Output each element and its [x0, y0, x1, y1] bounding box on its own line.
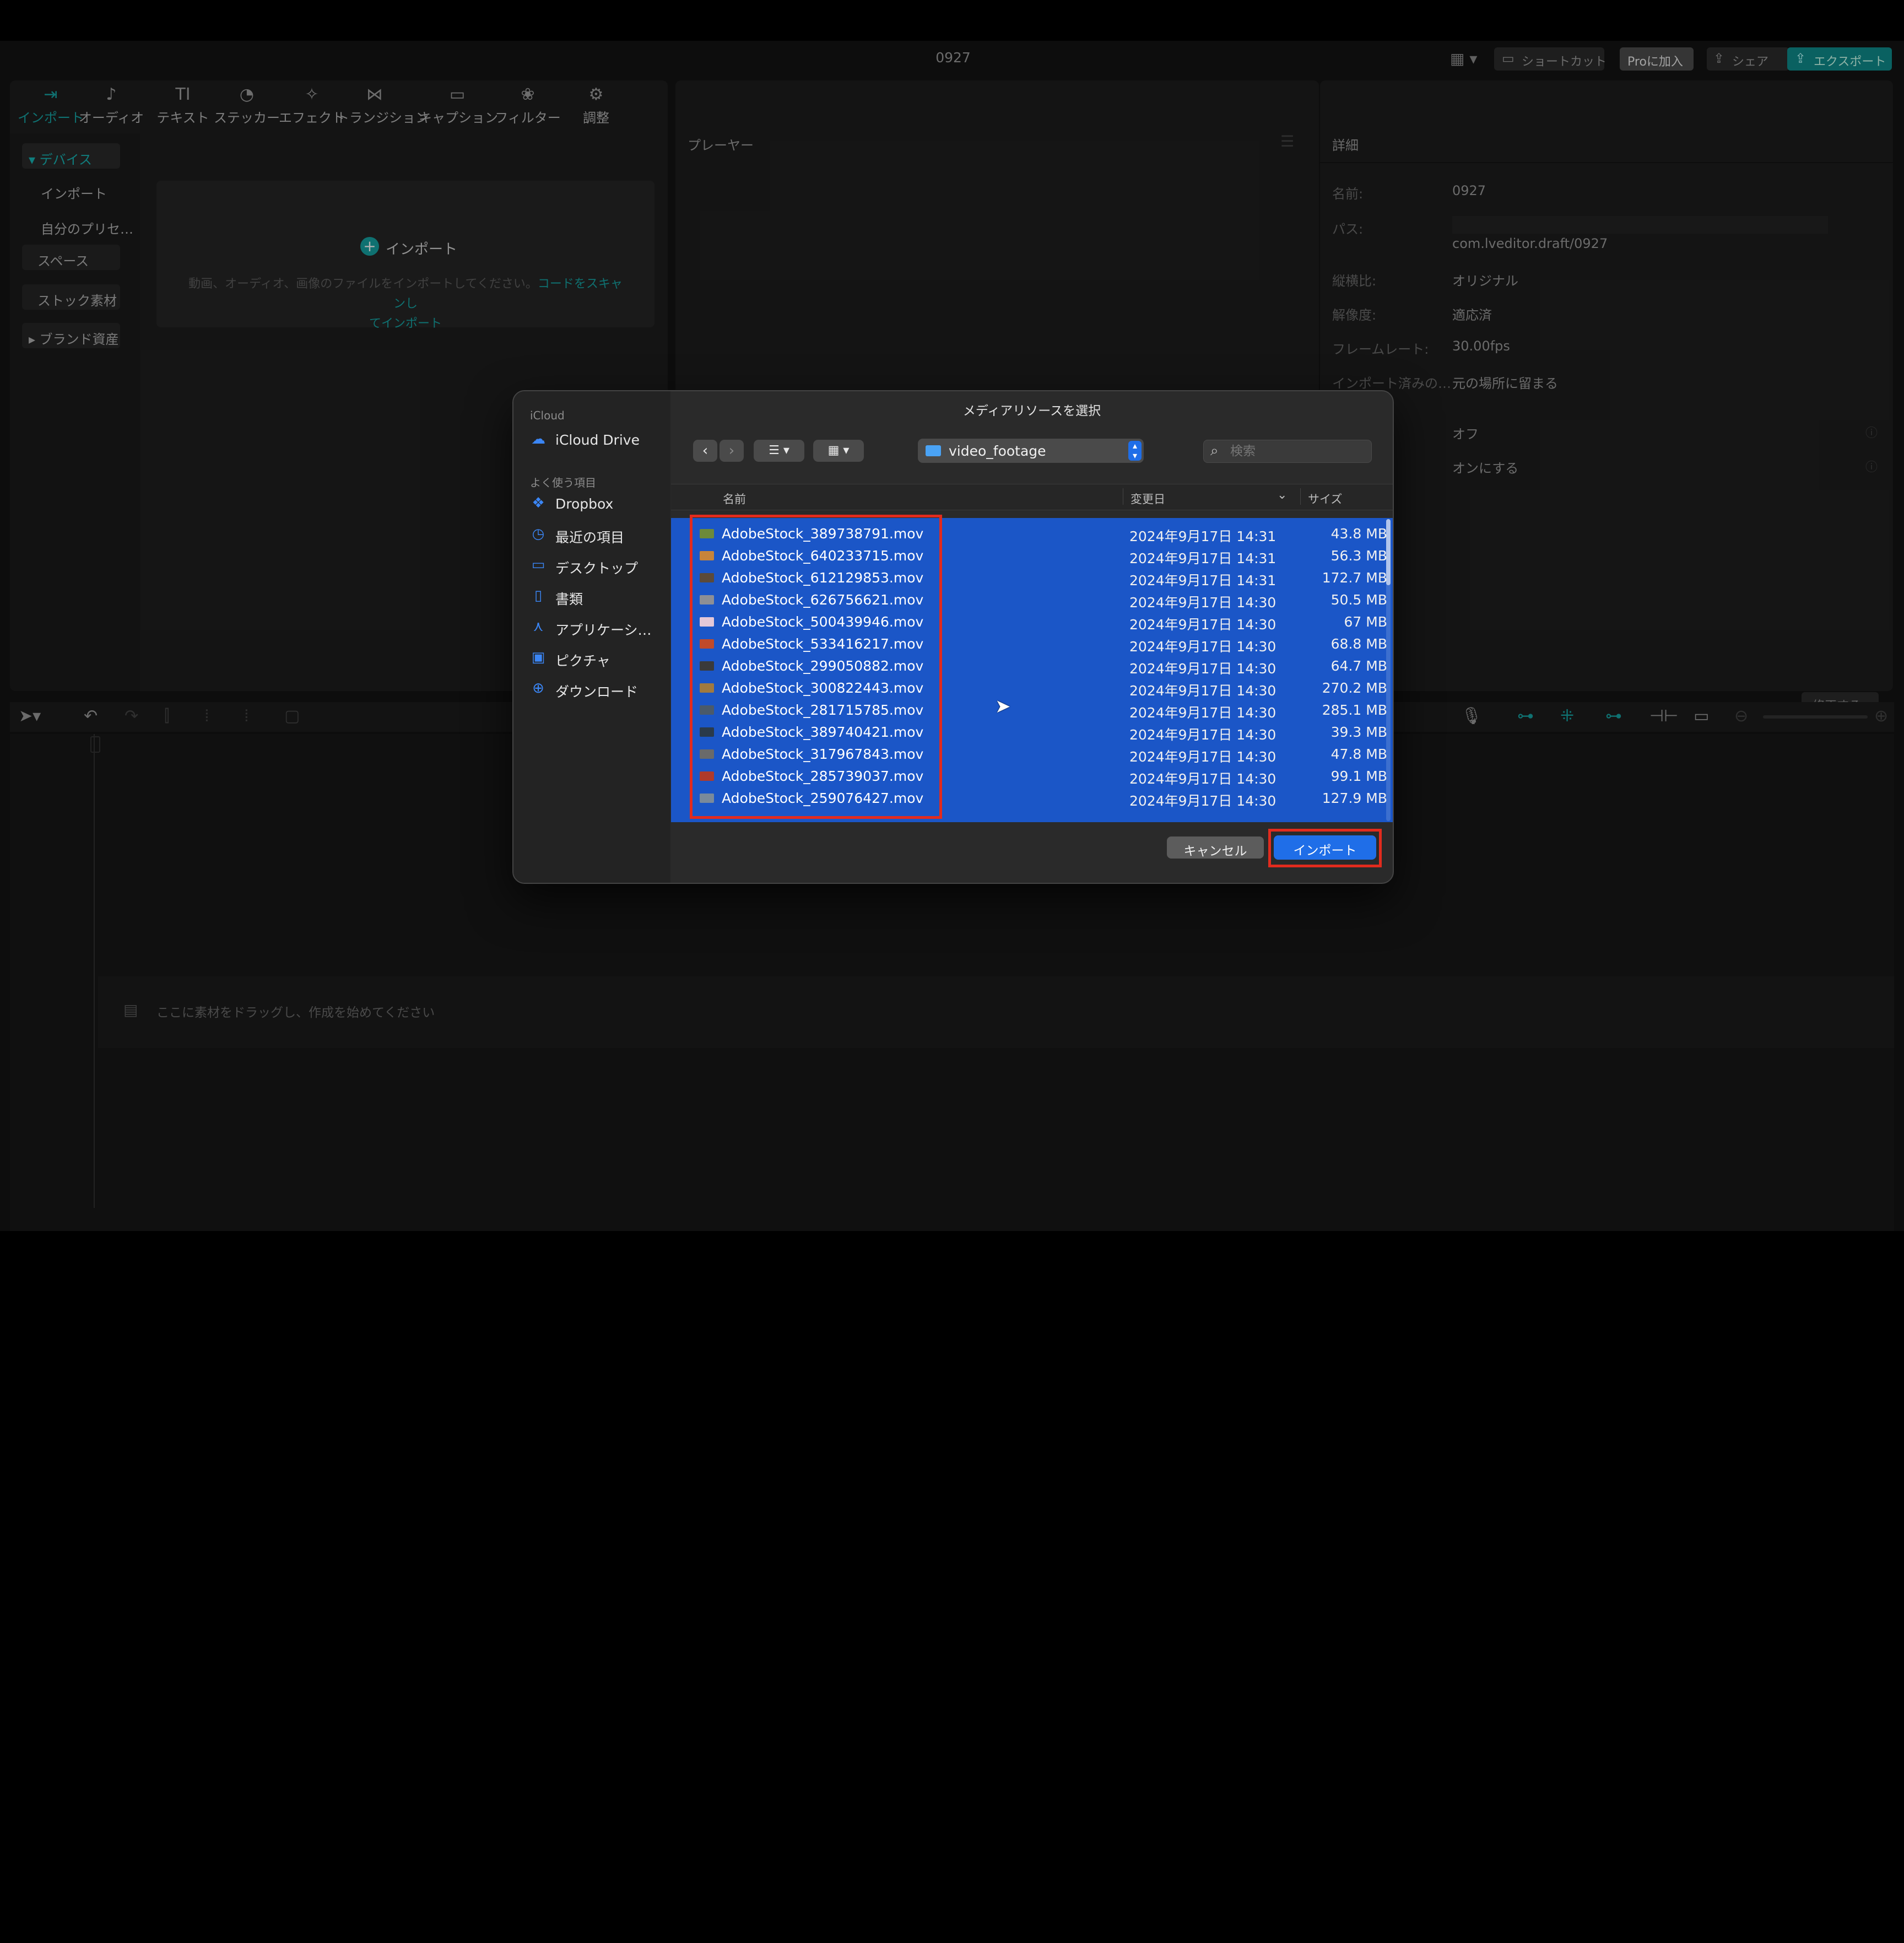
- column-header-name[interactable]: 名前: [723, 490, 746, 507]
- sidebar-item-label: ダウンロード: [555, 684, 639, 700]
- file-size: 127.9 MB: [1322, 790, 1387, 806]
- applications-icon: ⋏: [533, 618, 544, 635]
- back-button[interactable]: ‹: [693, 440, 717, 462]
- sidebar-item-document[interactable]: ▯ 書類: [530, 586, 668, 608]
- sort-chevron-icon: ⌄: [1277, 488, 1288, 502]
- file-size: 47.8 MB: [1330, 746, 1387, 762]
- file-size: 56.3 MB: [1330, 548, 1387, 564]
- file-date: 2024年9月17日 14:30: [1129, 661, 1276, 677]
- cancel-button[interactable]: キャンセル: [1167, 836, 1264, 859]
- column-divider-2: [1300, 488, 1301, 505]
- folder-icon: [926, 445, 941, 456]
- file-size: 68.8 MB: [1330, 636, 1387, 652]
- file-date: 2024年9月17日 14:30: [1129, 727, 1276, 743]
- filename-highlight-box: [690, 515, 942, 819]
- file-date: 2024年9月17日 14:31: [1129, 528, 1276, 544]
- file-size: 50.5 MB: [1330, 592, 1387, 608]
- file-date: 2024年9月17日 14:30: [1129, 639, 1276, 655]
- sidebar-item-label: 書類: [555, 591, 583, 607]
- sidebar-item-desktop[interactable]: ▭ デスクトップ: [530, 555, 668, 577]
- file-date: 2024年9月17日 14:30: [1129, 749, 1276, 765]
- sidebar-item-label: iCloud Drive: [555, 432, 640, 448]
- icloud-section-header: iCloud: [530, 409, 565, 422]
- file-date: 2024年9月17日 14:30: [1129, 705, 1276, 721]
- dialog-sidebar: iCloud ☁ iCloud Drive よく使う項目 ❖ Dropbox ◷ 最近の…: [513, 391, 670, 883]
- sidebar-item-dropbox[interactable]: ❖ Dropbox: [530, 494, 668, 516]
- file-size: 64.7 MB: [1330, 658, 1387, 674]
- file-size: 39.3 MB: [1330, 724, 1387, 740]
- list-view-icon: ☰ ▾: [769, 444, 789, 457]
- chevron-right-icon: ›: [728, 442, 735, 459]
- import-button[interactable]: インポート: [1274, 835, 1376, 860]
- file-date: 2024年9月17日 14:30: [1129, 793, 1276, 809]
- sidebar-item-download[interactable]: ⊕ ダウンロード: [530, 679, 668, 701]
- grid-view-button[interactable]: ▦ ▾: [813, 440, 864, 462]
- timeline-scrollbar[interactable]: [43, 1939, 1894, 1943]
- file-list-scrollbar[interactable]: [1386, 519, 1391, 821]
- mouse-cursor-icon: ➤: [995, 695, 1011, 717]
- sidebar-item-recent[interactable]: ◷ 最近の項目: [530, 525, 668, 547]
- column-header-size[interactable]: サイズ: [1308, 490, 1342, 507]
- file-date: 2024年9月17日 14:31: [1129, 550, 1276, 566]
- file-date: 2024年9月17日 14:30: [1129, 595, 1276, 611]
- sidebar-item-label: ピクチャ: [555, 653, 610, 669]
- file-size: 67 MB: [1344, 614, 1387, 630]
- document-icon: ▯: [534, 587, 543, 604]
- grid-view-icon: ▦ ▾: [827, 444, 850, 457]
- cloud-icon: ☁: [531, 431, 545, 447]
- file-date: 2024年9月17日 14:31: [1129, 573, 1276, 589]
- sidebar-item-label: アプリケーシ…: [555, 622, 652, 638]
- sidebar-item-label: デスクトップ: [555, 560, 639, 576]
- column-header-date[interactable]: 変更日: [1130, 490, 1165, 507]
- sidebar-item-label: Dropbox: [555, 496, 614, 512]
- popup-stepper-icon: ▴ ▾: [1128, 441, 1142, 461]
- forward-button[interactable]: ›: [720, 440, 744, 462]
- search-icon: ⌕: [1210, 442, 1219, 459]
- desktop-icon: ▭: [531, 557, 545, 573]
- recent-icon: ◷: [532, 526, 545, 542]
- file-date: 2024年9月17日 14:30: [1129, 771, 1276, 787]
- dialog-title: メディアリソースを選択: [962, 404, 1101, 418]
- sidebar-item-label: 最近の項目: [555, 530, 625, 546]
- file-size: 270.2 MB: [1322, 680, 1387, 696]
- file-date: 2024年9月17日 14:30: [1129, 617, 1276, 633]
- search-input[interactable]: [1229, 442, 1364, 460]
- dropbox-icon: ❖: [532, 495, 545, 511]
- media-select-dialog: iCloud ☁ iCloud Drive よく使う項目 ❖ Dropbox ◷ 最近の…: [512, 390, 1394, 884]
- download-icon: ⊕: [532, 680, 544, 697]
- file-size: 172.7 MB: [1322, 570, 1387, 586]
- list-view-button[interactable]: ☰ ▾: [754, 440, 804, 462]
- pictures-icon: ▣: [531, 649, 545, 666]
- file-date: 2024年9月17日 14:30: [1129, 683, 1276, 699]
- sidebar-item-applications[interactable]: ⋏ アプリケーシ…: [530, 617, 668, 639]
- sidebar-item-pictures[interactable]: ▣ ピクチャ: [530, 648, 668, 670]
- scroll-thumb[interactable]: [1386, 519, 1391, 585]
- folder-popup[interactable]: video_footage ▴ ▾: [918, 439, 1144, 463]
- cancel-label: キャンセル: [1183, 844, 1247, 859]
- chevron-left-icon: ‹: [702, 442, 708, 459]
- file-size: 43.8 MB: [1330, 526, 1387, 542]
- favorites-section-header: よく使う項目: [530, 476, 596, 489]
- import-label: インポート: [1293, 844, 1357, 858]
- file-size: 285.1 MB: [1322, 702, 1387, 718]
- sidebar-item-cloud[interactable]: ☁ iCloud Drive: [530, 430, 668, 452]
- folder-name: video_footage: [949, 443, 1046, 459]
- search-field[interactable]: ⌕: [1203, 440, 1372, 463]
- file-size: 99.1 MB: [1330, 768, 1387, 784]
